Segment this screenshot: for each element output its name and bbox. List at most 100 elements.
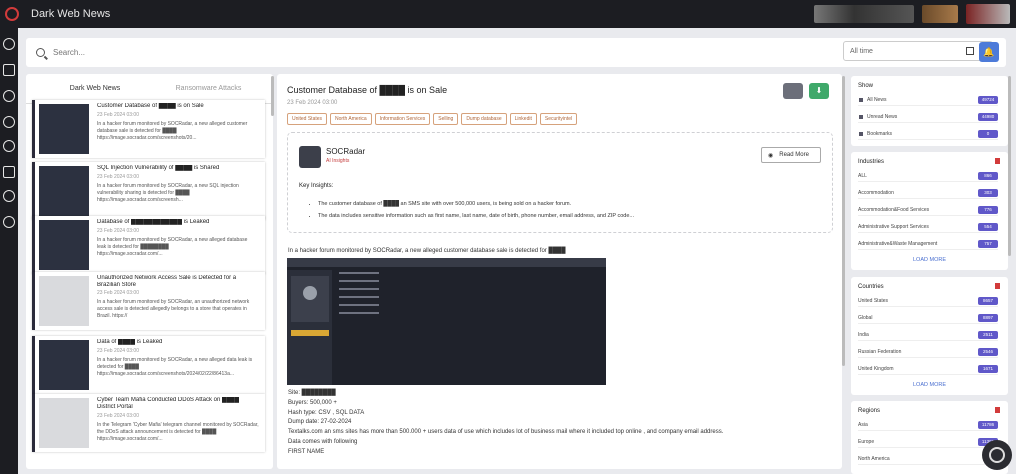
top-bar: Dark Web News: [0, 0, 1016, 28]
fingerprint-icon[interactable]: [3, 90, 15, 102]
news-date: 23 Feb 2024 03:00: [97, 174, 139, 180]
country-row[interactable]: Russian Federation 2546: [858, 348, 998, 358]
key-insights-title: Key Insights:: [299, 183, 334, 189]
news-list-scrollbar[interactable]: [271, 76, 274, 116]
industry-row[interactable]: ALL 866: [858, 172, 998, 182]
profile-menu-blurred[interactable]: [966, 4, 1010, 24]
dashboard-icon[interactable]: [3, 38, 15, 50]
user-icon[interactable]: [3, 216, 15, 228]
download-icon: ⬇: [815, 86, 823, 95]
industries-panel: Industries ALL 866 Accommodation 303 Accom…: [851, 152, 1008, 270]
industry-row[interactable]: Administrative&Waste Management 757: [858, 240, 998, 250]
time-filter[interactable]: All time ✕: [843, 41, 993, 61]
app-logo[interactable]: [5, 7, 19, 21]
tag[interactable]: Securityintel: [539, 113, 578, 125]
news-list-item[interactable]: Database of ████████████ is Leaked 23 Fe…: [32, 216, 265, 274]
news-title: Cyber Team Mafia Conducted DDoS Attack o…: [97, 397, 239, 403]
ai-insights-box: SOCRadar AI Insights ◉ Read More Key Ins…: [287, 132, 833, 233]
news-list-item[interactable]: Customer Database of ████ is on Sale 23 …: [32, 100, 265, 158]
search-input[interactable]: [53, 48, 813, 57]
news-date: 23 Feb 2024 03:00: [97, 413, 139, 419]
countries-title: Countries: [858, 284, 884, 290]
news-title: Data of ████ is Leaked: [97, 339, 163, 345]
country-row[interactable]: United States 8657: [858, 297, 998, 307]
company-logo-blurred[interactable]: [922, 5, 958, 23]
show-row-bookmarks[interactable]: Bookmarks 0: [858, 130, 998, 140]
screenshot-highlight: [291, 330, 329, 336]
news-title: Unauthorized Network Access Sale is Dete…: [97, 275, 237, 281]
news-description: In a hacker forum monitored by SOCRadar,…: [97, 183, 239, 203]
news-list-item[interactable]: SQL Injection Vulnerability of ████ is S…: [32, 162, 265, 220]
key-insights-list: The customer database of ████ an SMS sit…: [318, 198, 634, 222]
source-name: SOCRadar: [326, 147, 366, 156]
industry-row[interactable]: Accommodation 303: [858, 189, 998, 199]
search-bar: All time ✕ 🔔: [26, 38, 1006, 67]
show-filter-panel: Show All News 49724 Unread News 44980 Book…: [851, 76, 1008, 146]
article-scrollbar[interactable]: [842, 76, 845, 366]
calendar-icon[interactable]: [966, 47, 974, 55]
read-more-label: Read More: [779, 152, 809, 158]
news-title: Database of ████████████ is Leaked: [97, 219, 210, 225]
article-title: Customer Database of ████ is on Sale: [287, 85, 448, 95]
screenshot-text-lines: [339, 272, 379, 332]
country-row[interactable]: United Kingdom 1671: [858, 365, 998, 375]
key-insight: The data includes sensitive information …: [318, 210, 634, 222]
alert-icon[interactable]: [3, 166, 15, 178]
news-date: 23 Feb 2024 03:00: [97, 112, 139, 118]
industry-row[interactable]: Accommodation&Food Services 776: [858, 206, 998, 216]
delete-icon[interactable]: [995, 158, 1000, 164]
country-row[interactable]: Global 8897: [858, 314, 998, 324]
search-icon: [36, 48, 45, 57]
delete-icon[interactable]: [995, 283, 1000, 289]
radar-icon[interactable]: [3, 140, 15, 152]
show-row-all-news[interactable]: All News 49724: [858, 96, 998, 106]
shield-icon[interactable]: [3, 116, 15, 128]
network-icon[interactable]: [3, 190, 15, 202]
load-more-industries[interactable]: LOAD MORE: [851, 257, 1008, 263]
tag[interactable]: Dump database: [461, 113, 507, 125]
industry-row[interactable]: Administrative Support Services 554: [858, 223, 998, 233]
article-intro: In a hacker forum monitored by SOCRadar,…: [288, 248, 566, 254]
read-more-button[interactable]: ◉ Read More: [761, 147, 821, 163]
tag[interactable]: North America: [330, 113, 372, 125]
news-thumbnail: [39, 340, 89, 390]
news-title: SQL Injection Vulnerability of ████ is S…: [97, 165, 220, 171]
news-list-item[interactable]: Cyber Team Mafia Conducted DDoS Attack o…: [32, 394, 265, 452]
region-row[interactable]: Europe11391: [858, 438, 998, 448]
news-description: In a hacker forum monitored by SOCRadar,…: [97, 237, 248, 257]
tag[interactable]: Linkedit: [509, 113, 537, 125]
show-row-unread[interactable]: Unread News 44980: [858, 113, 998, 123]
load-more-countries[interactable]: LOAD MORE: [851, 382, 1008, 388]
news-thumbnail: [39, 166, 89, 216]
user-avatar-blurred[interactable]: [814, 5, 914, 23]
notification-button[interactable]: 🔔: [979, 42, 999, 62]
news-date: 23 Feb 2024 03:00: [97, 228, 139, 234]
article-body: Site: ████████ Buyers: 500,000 + Hash ty…: [288, 390, 724, 455]
region-row[interactable]: North America: [858, 455, 998, 465]
help-button[interactable]: [982, 440, 1012, 470]
screenshot-topbar: [287, 258, 606, 267]
tag[interactable]: Selling: [433, 113, 459, 125]
download-button[interactable]: ⬇: [809, 83, 829, 99]
news-list-item[interactable]: Data of ████ is Leaked 23 Feb 2024 03:00…: [32, 336, 265, 394]
socradar-logo: [299, 146, 321, 168]
filters-scrollbar[interactable]: [1008, 76, 1011, 256]
news-description: In a hacker forum monitored by SOCRadar,…: [97, 121, 248, 141]
eye-icon: ◉: [768, 152, 774, 159]
left-nav-bar: [0, 28, 18, 474]
delete-icon[interactable]: [995, 407, 1000, 413]
tag[interactable]: Information Services: [374, 113, 431, 125]
news-list-item[interactable]: Unauthorized Network Access Sale is Dete…: [32, 272, 265, 330]
regions-title: Regions: [858, 408, 881, 414]
square-icon: [859, 132, 863, 136]
screenshot-avatar: [303, 286, 317, 300]
copy-button[interactable]: [783, 83, 803, 99]
countries-panel: Countries United States 8657 Global 8897 I…: [851, 277, 1008, 395]
region-row[interactable]: Asia 11786: [858, 421, 998, 431]
square-icon: [859, 98, 863, 102]
scan-icon[interactable]: [3, 64, 15, 76]
article-screenshot[interactable]: [287, 258, 606, 385]
top-right-controls: [814, 4, 1010, 24]
country-row[interactable]: India 2511: [858, 331, 998, 341]
tag[interactable]: United States: [287, 113, 328, 125]
